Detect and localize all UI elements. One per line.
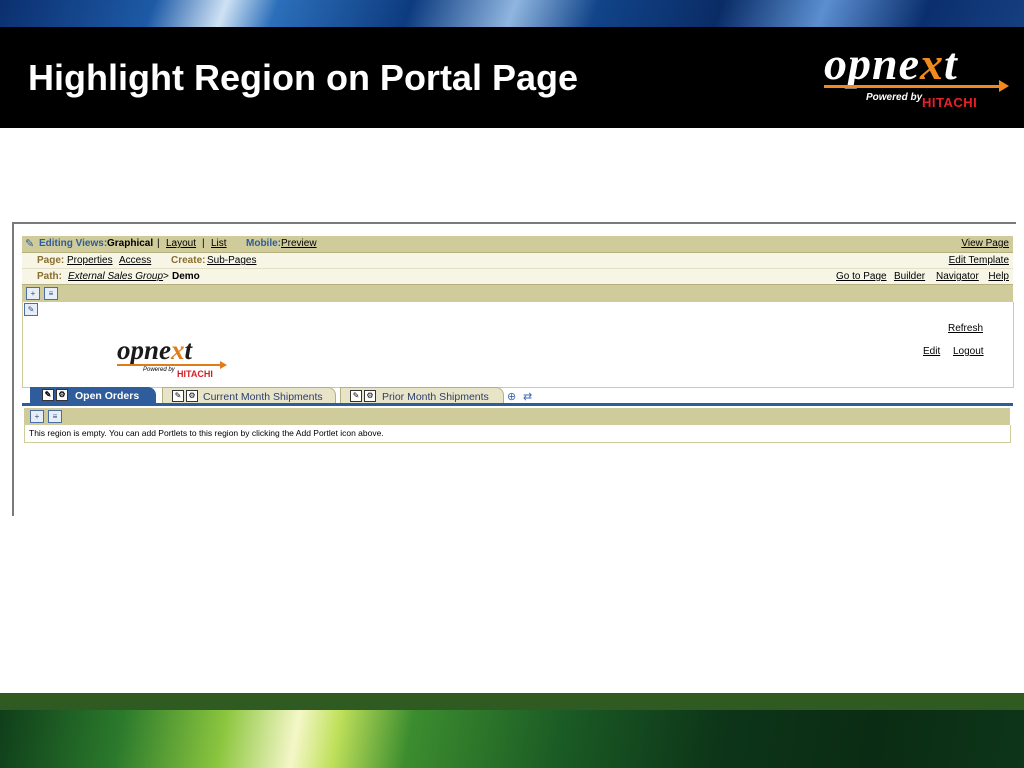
- navigator-link[interactable]: Navigator: [936, 271, 979, 282]
- logo-hitachi: HITACHI: [922, 95, 978, 110]
- page-label: Page:: [37, 255, 65, 266]
- tab-underline: [22, 403, 1013, 406]
- tab-props-icon[interactable]: ⚙: [186, 390, 198, 402]
- banner-region: ✎ opnext Powered by HITACHI Refresh Edit…: [22, 302, 1014, 388]
- view-list-link[interactable]: List: [211, 238, 227, 249]
- slide-top-stripe: [0, 0, 1024, 27]
- create-label: Create:: [171, 255, 206, 266]
- page-properties-link[interactable]: Properties: [67, 255, 113, 266]
- tab-prior-month-shipments[interactable]: ✎ ⚙ Prior Month Shipments: [340, 387, 504, 404]
- editing-views-label: Editing Views:: [39, 238, 108, 249]
- view-page-link[interactable]: View Page: [961, 238, 1009, 249]
- screenshot-border-left: [12, 222, 14, 516]
- edit-region-icon[interactable]: ≡: [48, 410, 62, 423]
- edit-portlet-icon[interactable]: ✎: [24, 303, 38, 316]
- tab-label: Open Orders: [75, 390, 140, 402]
- banner-logo-wordmark: opnext: [117, 335, 193, 365]
- edit-region-icon[interactable]: ≡: [44, 287, 58, 300]
- region-toolbar: + ≡: [22, 284, 1013, 302]
- opnext-logo: opnext Powered by HITACHI: [824, 40, 1010, 112]
- page-actions-bar: Page: Properties Access Create: Sub-Page…: [22, 253, 1013, 268]
- slide-title: Highlight Region on Portal Page: [28, 57, 579, 98]
- empty-region: This region is empty. You can add Portle…: [24, 425, 1011, 443]
- path-label: Path:: [37, 271, 62, 282]
- region-empty-message: This region is empty. You can add Portle…: [29, 428, 384, 438]
- separator: |: [157, 238, 160, 249]
- edit-link[interactable]: Edit: [923, 346, 940, 357]
- banner-logo-hitachi: HITACHI: [177, 369, 213, 379]
- add-tab-icon[interactable]: ⊕: [507, 390, 516, 403]
- tab-label: Prior Month Shipments: [382, 391, 489, 403]
- tab-props-icon[interactable]: ⚙: [364, 390, 376, 402]
- path-current: Demo: [172, 271, 200, 282]
- path-separator: >: [163, 271, 169, 282]
- slide-bottom-glow: [0, 710, 1024, 768]
- logo-powered-by: Powered by: [866, 92, 923, 103]
- tab-edit-icon[interactable]: ✎: [42, 389, 54, 401]
- logo-wordmark: opnext: [824, 38, 958, 89]
- view-layout-link[interactable]: Layout: [166, 238, 196, 249]
- mobile-preview-link[interactable]: Preview: [281, 238, 317, 249]
- view-graphical: Graphical: [107, 238, 154, 249]
- tab-props-icon[interactable]: ⚙: [56, 389, 68, 401]
- slide-bottom-band: [0, 693, 1024, 710]
- path-group-link[interactable]: External Sales Group: [68, 271, 163, 282]
- tab-edit-icon[interactable]: ✎: [172, 390, 184, 402]
- pencil-icon: ✎: [25, 238, 35, 250]
- logout-link[interactable]: Logout: [953, 346, 984, 357]
- tab-bar: ✎ ⚙ Open Orders ✎ ⚙ Current Month Shipme…: [22, 387, 1013, 406]
- banner-logo-arrow: [117, 361, 227, 369]
- reorder-tabs-icon[interactable]: ⇄: [523, 390, 532, 403]
- separator: |: [202, 238, 205, 249]
- page-access-link[interactable]: Access: [119, 255, 151, 266]
- editing-views-bar: ✎ Editing Views: Graphical | Layout | Li…: [22, 236, 1013, 253]
- logo-arrow: [824, 80, 1009, 92]
- region-toolbar-highlighted: + ≡: [24, 408, 1010, 425]
- banner-logo: opnext Powered by HITACHI: [117, 335, 237, 379]
- edit-template-link[interactable]: Edit Template: [949, 255, 1009, 266]
- banner-logo-powered-by: Powered by: [143, 367, 175, 373]
- go-to-page-link[interactable]: Go to Page: [836, 271, 887, 282]
- builder-link[interactable]: Builder: [894, 271, 925, 282]
- tab-label: Current Month Shipments: [203, 391, 323, 403]
- tab-open-orders[interactable]: ✎ ⚙ Open Orders: [30, 387, 156, 403]
- mobile-label: Mobile:: [246, 238, 281, 249]
- screenshot-border-top: [12, 222, 1016, 224]
- refresh-link[interactable]: Refresh: [948, 323, 983, 334]
- create-sub-pages-link[interactable]: Sub-Pages: [207, 255, 256, 266]
- add-portlet-icon[interactable]: +: [30, 410, 44, 423]
- path-bar: Path: External Sales Group > Demo Go to …: [22, 268, 1013, 284]
- help-link[interactable]: Help: [988, 271, 1009, 282]
- add-portlet-icon[interactable]: +: [26, 287, 40, 300]
- tab-edit-icon[interactable]: ✎: [350, 390, 362, 402]
- tab-current-month-shipments[interactable]: ✎ ⚙ Current Month Shipments: [162, 387, 336, 404]
